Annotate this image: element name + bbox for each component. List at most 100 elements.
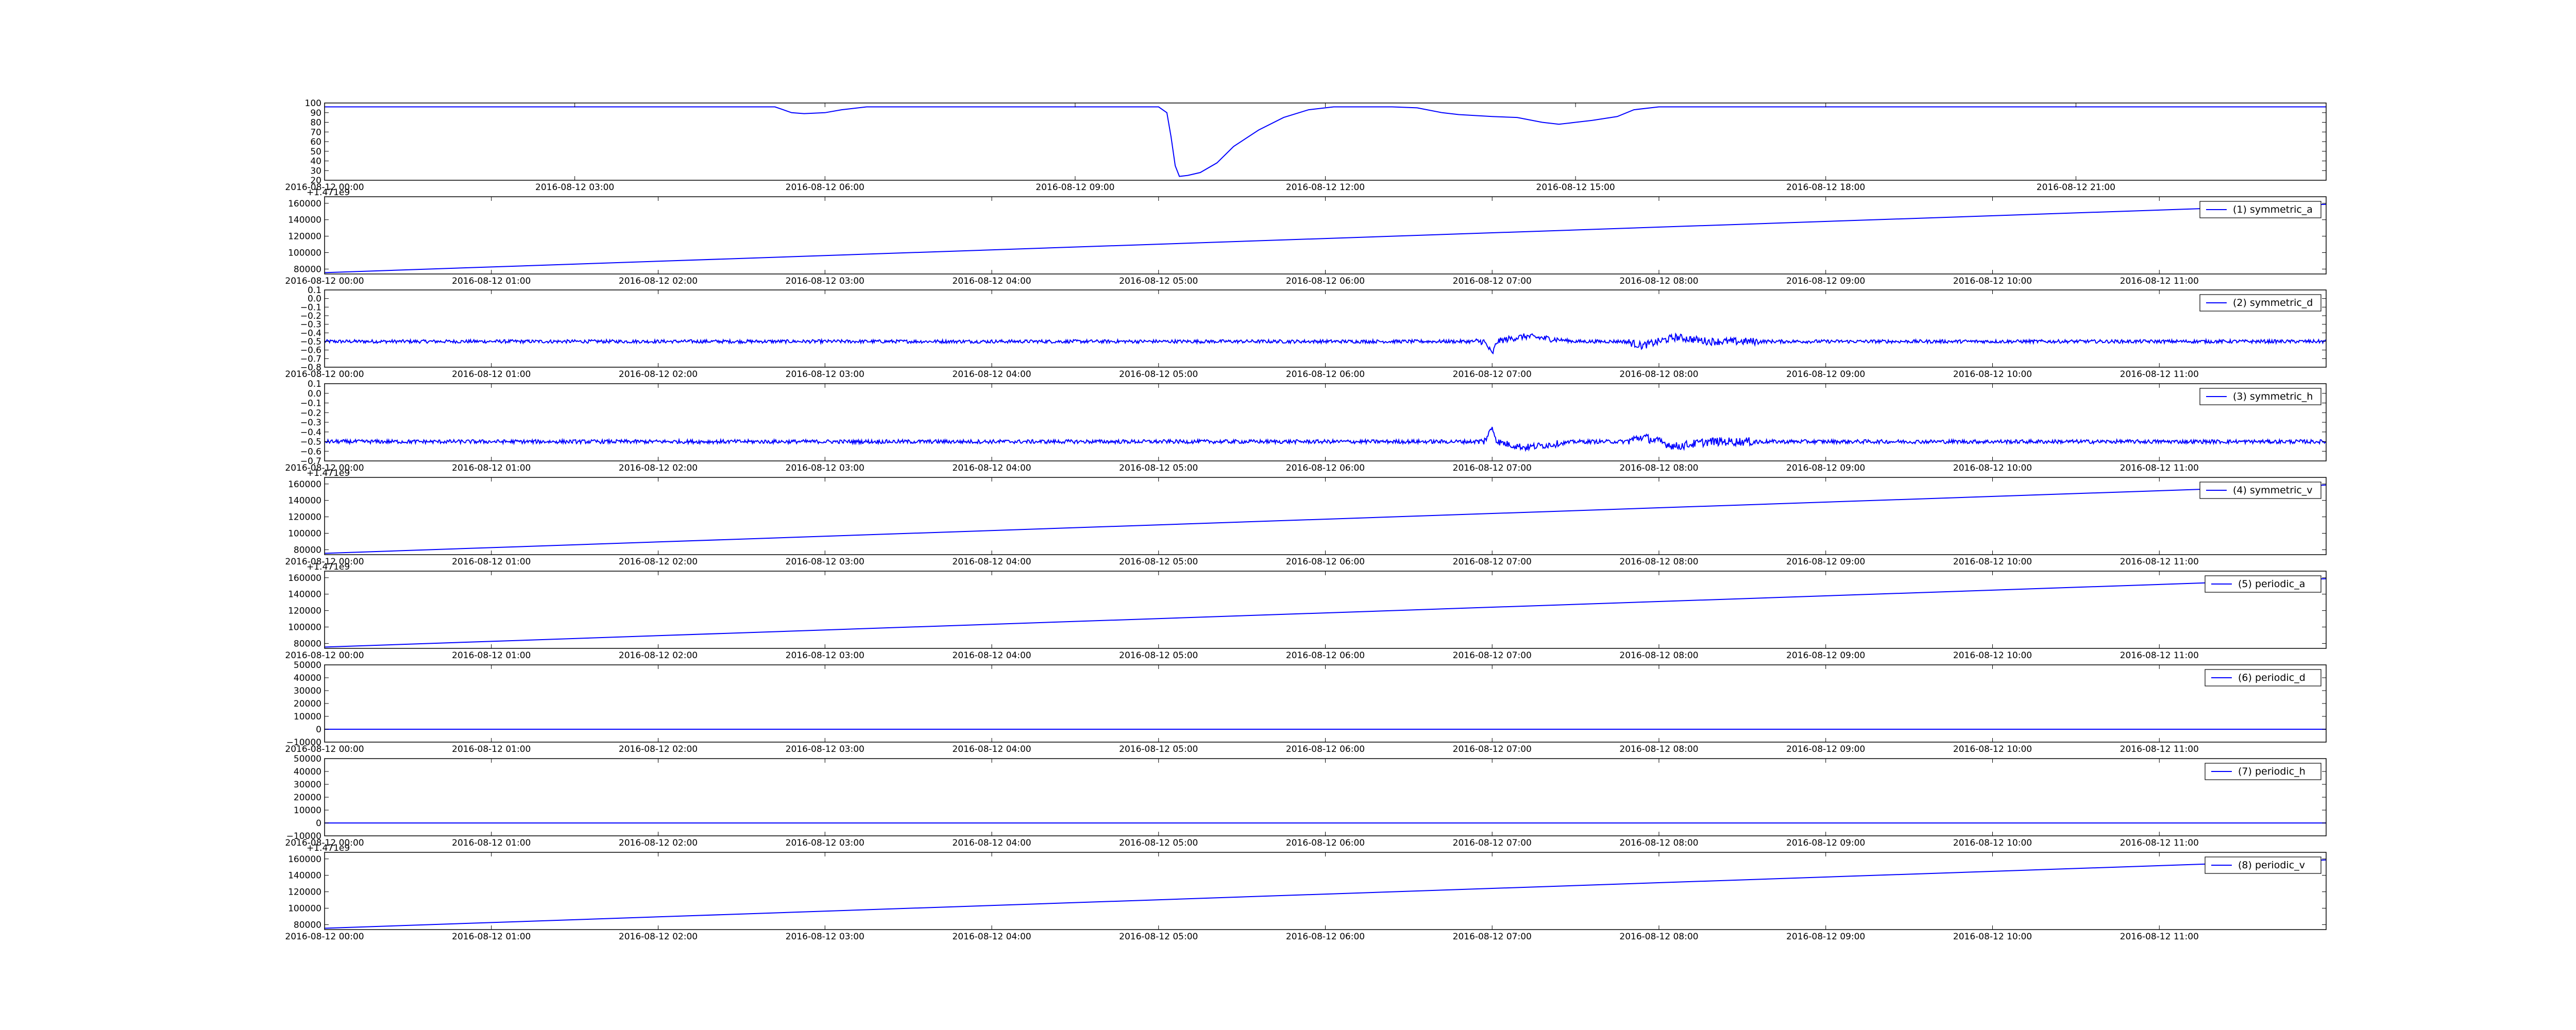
x-tick-label: 2016-08-12 15:00 xyxy=(1536,182,1615,193)
x-tick-label: 2016-08-12 00:00 xyxy=(285,276,364,286)
legend-label: (5) periodic_a xyxy=(2238,578,2305,590)
legend: (3) symmetric_h xyxy=(2199,388,2321,405)
y-tick-label: 120000 xyxy=(288,512,321,523)
x-tick-label: 2016-08-12 01:00 xyxy=(452,932,531,942)
x-tick-label: 2016-08-12 04:00 xyxy=(952,557,1031,567)
x-tick-label: 2016-08-12 04:00 xyxy=(952,369,1031,380)
axes-frame xyxy=(324,289,2327,368)
x-tick-label: 2016-08-12 09:00 xyxy=(1786,369,1865,380)
axes-frame xyxy=(324,102,2327,181)
x-tick-label: 2016-08-12 07:00 xyxy=(1453,744,1532,754)
y-tick-label: 0.1 xyxy=(308,379,321,389)
x-tick-label: 2016-08-12 03:00 xyxy=(786,276,865,286)
x-tick-label: 2016-08-12 07:00 xyxy=(1453,463,1532,473)
x-tick-label: 2016-08-12 03:00 xyxy=(535,182,614,193)
x-tick-label: 2016-08-12 09:00 xyxy=(1786,557,1865,567)
x-tick-label: 2016-08-12 07:00 xyxy=(1453,369,1532,380)
x-tick-label: 2016-08-12 11:00 xyxy=(2120,650,2199,661)
legend-label: (1) symmetric_a xyxy=(2233,204,2313,215)
y-tick-label: 0.0 xyxy=(308,389,321,399)
legend-label: (6) periodic_d xyxy=(2238,672,2306,683)
y-tick-label: 40 xyxy=(310,157,321,167)
y-tick-label: −0.3 xyxy=(300,418,321,428)
x-tick-label: 2016-08-12 11:00 xyxy=(2120,557,2199,567)
figure: 20304050607080901002016-08-12 00:00 2016-… xyxy=(285,98,2327,942)
x-tick-label: 2016-08-12 10:00 xyxy=(1953,650,2032,661)
y-tick-label: 0.1 xyxy=(308,285,321,296)
x-tick-label: 2016-08-12 00:00 xyxy=(285,932,364,942)
y-tick-label: 40000 xyxy=(294,767,321,777)
x-tick-label: 2016-08-12 03:00 xyxy=(786,932,865,942)
y-tick-label: 70 xyxy=(310,127,321,138)
y-tick-label: 10000 xyxy=(294,712,321,722)
y-tick-label: 120000 xyxy=(288,232,321,242)
subplot-8: −10000010000200003000040000500002016-08-… xyxy=(285,754,2327,848)
series-line xyxy=(325,106,2326,177)
y-tick-label: −0.4 xyxy=(300,427,321,438)
x-tick-label: 2016-08-12 21:00 xyxy=(2037,182,2115,193)
x-tick-label: 2016-08-12 09:00 xyxy=(1786,838,1865,848)
y-tick-label: 140000 xyxy=(288,590,321,600)
y-tick-label: −0.6 xyxy=(300,447,321,457)
x-tick-label: 2016-08-12 10:00 xyxy=(1953,369,2032,380)
x-tick-label: 2016-08-12 05:00 xyxy=(1119,650,1198,661)
x-tick-label: 2016-08-12 02:00 xyxy=(619,557,698,567)
x-tick-label: 2016-08-12 09:00 xyxy=(1036,182,1114,193)
x-tick-label: 2016-08-12 06:00 xyxy=(1286,932,1365,942)
x-tick-label: 2016-08-12 08:00 xyxy=(1619,276,1698,286)
series-line xyxy=(325,332,2326,355)
legend-label: (3) symmetric_h xyxy=(2233,391,2313,402)
x-tick-label: 2016-08-12 09:00 xyxy=(1786,276,1865,286)
y-tick-label: 80 xyxy=(310,118,321,128)
x-tick-label: 2016-08-12 06:00 xyxy=(786,182,865,193)
y-tick-label: 80000 xyxy=(294,264,321,274)
x-tick-label: 2016-08-12 18:00 xyxy=(1786,182,1865,193)
x-tick-label: 2016-08-12 06:00 xyxy=(1286,557,1365,567)
y-tick-label: 0 xyxy=(316,818,321,829)
x-tick-label: 2016-08-12 10:00 xyxy=(1953,276,2032,286)
y-tick-label: 100000 xyxy=(288,248,321,259)
x-tick-label: 2016-08-12 11:00 xyxy=(2120,744,2199,754)
x-tick-label: 2016-08-12 10:00 xyxy=(1953,932,2032,942)
offset-label: +1.471e9 xyxy=(307,562,350,572)
x-tick-label: 2016-08-12 01:00 xyxy=(452,369,531,380)
y-tick-label: 0 xyxy=(316,725,321,735)
x-tick-label: 2016-08-12 02:00 xyxy=(619,650,698,661)
y-tick-label: 160000 xyxy=(288,854,321,865)
y-tick-label: 20000 xyxy=(294,793,321,803)
legend: (4) symmetric_v xyxy=(2199,482,2321,499)
x-tick-label: 2016-08-12 02:00 xyxy=(619,932,698,942)
x-tick-label: 2016-08-12 01:00 xyxy=(452,650,531,661)
x-tick-label: 2016-08-12 01:00 xyxy=(452,276,531,286)
y-tick-label: 120000 xyxy=(288,606,321,616)
x-tick-label: 2016-08-12 09:00 xyxy=(1786,932,1865,942)
x-tick-label: 2016-08-12 05:00 xyxy=(1119,369,1198,380)
x-tick-label: 2016-08-12 06:00 xyxy=(1286,650,1365,661)
x-tick-label: 2016-08-12 07:00 xyxy=(1453,276,1532,286)
x-tick-label: 2016-08-12 04:00 xyxy=(952,650,1031,661)
y-tick-label: 80000 xyxy=(294,920,321,930)
x-tick-label: 2016-08-12 00:00 xyxy=(285,744,364,754)
y-tick-label: 40000 xyxy=(294,673,321,683)
y-tick-label: 140000 xyxy=(288,871,321,881)
x-tick-label: 2016-08-12 05:00 xyxy=(1119,557,1198,567)
y-tick-label: 30 xyxy=(310,166,321,176)
x-tick-label: 2016-08-12 00:00 xyxy=(285,369,364,380)
x-tick-label: 2016-08-12 09:00 xyxy=(1786,463,1865,473)
x-tick-label: 2016-08-12 11:00 xyxy=(2120,838,2199,848)
subplot-6: 80000 100000 120000 140000 160000 2016-08-12 … xyxy=(285,562,2327,661)
x-tick-label: 2016-08-12 06:00 xyxy=(1286,838,1365,848)
x-tick-label: 2016-08-12 04:00 xyxy=(952,744,1031,754)
x-tick-label: 2016-08-12 07:00 xyxy=(1453,557,1532,567)
x-tick-label: 2016-08-12 04:00 xyxy=(952,276,1031,286)
x-tick-label: 2016-08-12 08:00 xyxy=(1619,650,1698,661)
y-tick-label: 140000 xyxy=(288,496,321,506)
x-tick-label: 2016-08-12 10:00 xyxy=(1953,557,2032,567)
x-tick-label: 2016-08-12 05:00 xyxy=(1119,276,1198,286)
y-tick-label: 30000 xyxy=(294,686,321,696)
subplot-9: 80000 100000 120000 140000 160000 2016-08-12 … xyxy=(285,843,2327,942)
subplot-3: −0.8−0.7−0.6−0.5−0.4−0.3−0.2−0.10.00.120… xyxy=(285,285,2327,380)
legend: (8) periodic_v xyxy=(2205,856,2321,874)
x-tick-label: 2016-08-12 12:00 xyxy=(1286,182,1365,193)
x-tick-label: 2016-08-12 04:00 xyxy=(952,932,1031,942)
